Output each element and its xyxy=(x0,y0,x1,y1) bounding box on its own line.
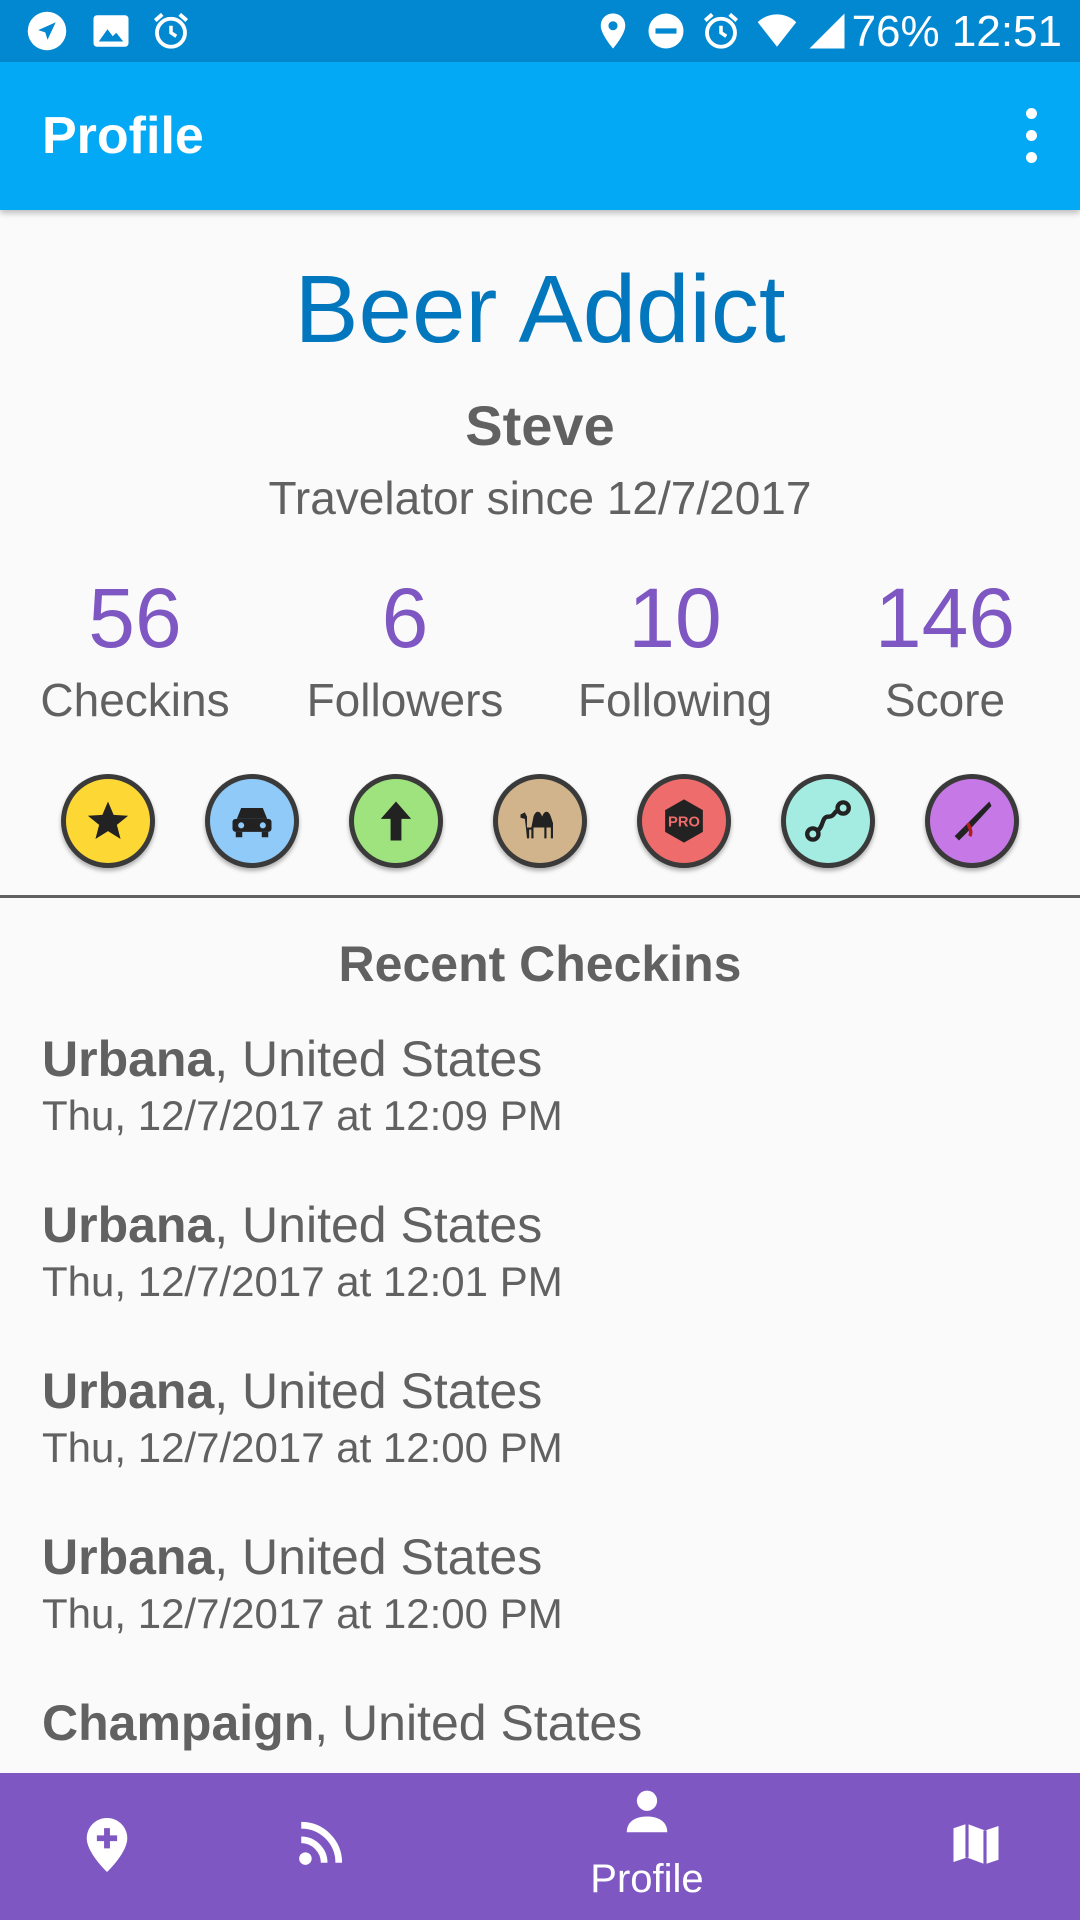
clock: 12:51 xyxy=(951,7,1062,56)
arrow-up-icon xyxy=(380,801,412,841)
checkin-time: Thu, 12/7/2017 at 12:00 PM xyxy=(42,1424,563,1471)
stats-row: 56 Checkins 6 Followers 10 Following 146… xyxy=(0,570,1080,740)
checkin-city: Urbana xyxy=(42,1363,215,1419)
route-icon xyxy=(805,800,851,842)
status-bar: 76% 12:51 xyxy=(0,0,1080,62)
checkin-place: Urbana, United States xyxy=(42,1526,1042,1588)
badge-knife[interactable] xyxy=(925,774,1019,868)
stat-value: 146 xyxy=(874,571,1016,665)
user-name: Steve xyxy=(465,394,615,457)
stat-followers[interactable]: 6 Followers xyxy=(270,570,540,728)
checkin-country: , United States xyxy=(214,1031,543,1087)
checkin-place: Urbana, United States xyxy=(42,1360,1042,1422)
recent-checkins-list: Urbana, United States Thu, 12/7/2017 at … xyxy=(42,1028,1042,1858)
battery-level: 76% xyxy=(851,7,940,56)
image-icon xyxy=(93,15,129,47)
stat-value: 10 xyxy=(628,571,722,665)
checkin-country: , United States xyxy=(214,1363,543,1419)
nav-map[interactable] xyxy=(869,1773,1080,1920)
person-icon xyxy=(626,1790,668,1833)
checkin-country: , United States xyxy=(214,1197,543,1253)
checkin-country: , United States xyxy=(214,1529,543,1585)
do-not-disturb-icon xyxy=(648,13,684,49)
badge-pro[interactable]: PRO xyxy=(637,774,731,868)
alarm-icon xyxy=(153,12,189,49)
checkin-city: Urbana xyxy=(42,1197,215,1253)
checkin-item[interactable]: Urbana, United States Thu, 12/7/2017 at … xyxy=(42,1194,1042,1360)
pro-icon: PRO xyxy=(665,799,703,843)
knife-icon xyxy=(954,801,992,841)
checkin-item[interactable]: Urbana, United States Thu, 12/7/2017 at … xyxy=(42,1028,1042,1194)
checkin-item[interactable]: Urbana, United States Thu, 12/7/2017 at … xyxy=(42,1526,1042,1692)
stat-value: 56 xyxy=(88,571,182,665)
nav-label: Profile xyxy=(590,1857,704,1901)
stat-value: 6 xyxy=(381,571,429,665)
checkin-item[interactable]: Urbana, United States Thu, 12/7/2017 at … xyxy=(42,1360,1042,1526)
badge-car[interactable] xyxy=(205,774,299,868)
camel-icon xyxy=(520,811,553,839)
stat-label: Score xyxy=(884,674,1006,726)
badge-star[interactable] xyxy=(61,774,155,868)
signal-icon xyxy=(809,13,845,49)
stat-checkins[interactable]: 56 Checkins xyxy=(0,570,270,728)
nav-checkin[interactable] xyxy=(0,1773,215,1920)
page-title: Profile xyxy=(42,107,204,165)
checkin-time: Thu, 12/7/2017 at 12:09 PM xyxy=(42,1092,563,1139)
checkin-city: Champaign xyxy=(42,1695,315,1751)
recent-checkins-heading: Recent Checkins xyxy=(338,936,742,992)
stat-label: Checkins xyxy=(40,674,230,726)
star-icon xyxy=(87,801,129,839)
checkin-city: Urbana xyxy=(42,1529,215,1585)
badge-camel[interactable] xyxy=(493,774,587,868)
badge-route[interactable] xyxy=(781,774,875,868)
alarm-icon xyxy=(703,12,739,49)
map-icon xyxy=(953,1823,999,1865)
app-bar: Profile xyxy=(0,62,1080,210)
checkin-place: Urbana, United States xyxy=(42,1194,1042,1256)
location-icon xyxy=(600,13,626,49)
checkin-place: Urbana, United States xyxy=(42,1028,1042,1090)
badge-arrow-up[interactable] xyxy=(349,774,443,868)
user-rank-title: Beer Addict xyxy=(294,256,786,363)
stat-label: Followers xyxy=(306,674,504,726)
checkin-place: Champaign, United States xyxy=(42,1692,1042,1754)
car-icon xyxy=(232,808,272,838)
stat-label: Following xyxy=(577,674,773,726)
navigation-icon xyxy=(27,11,67,51)
checkin-time: Thu, 12/7/2017 at 12:01 PM xyxy=(42,1258,563,1305)
nav-feed[interactable] xyxy=(215,1773,425,1920)
badges-row: PRO xyxy=(0,774,1080,870)
pro-badge-text: PRO xyxy=(668,815,700,831)
nav-profile[interactable]: Profile xyxy=(425,1773,869,1920)
feed-icon xyxy=(299,1821,343,1865)
checkin-city: Urbana xyxy=(42,1031,215,1087)
member-since: Travelator since 12/7/2017 xyxy=(268,472,812,524)
section-divider xyxy=(0,895,1080,898)
more-vert-icon[interactable] xyxy=(1004,98,1060,174)
wifi-icon xyxy=(757,14,797,47)
stat-following[interactable]: 10 Following xyxy=(540,570,810,728)
checkin-time: Thu, 12/7/2017 at 12:00 PM xyxy=(42,1590,563,1637)
status-bar-battery-time: 76% 12:51 xyxy=(852,6,1062,58)
checkin-country: , United States xyxy=(314,1695,643,1751)
bottom-navigation: Profile xyxy=(0,1773,1080,1920)
add-location-icon xyxy=(86,1818,128,1872)
stat-score[interactable]: 146 Score xyxy=(810,570,1080,728)
